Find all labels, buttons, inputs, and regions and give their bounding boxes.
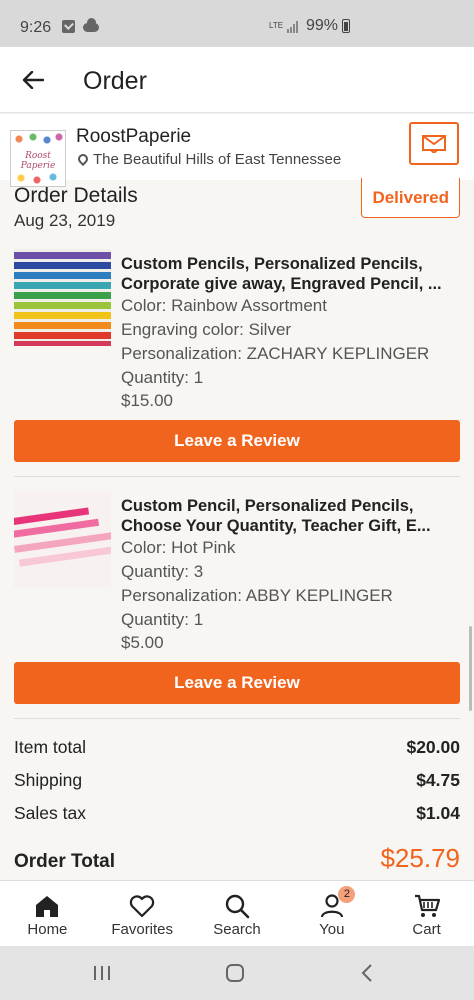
back-button[interactable] xyxy=(18,65,48,95)
nav-home[interactable]: Home xyxy=(0,881,95,946)
item-title[interactable]: Custom Pencil, Personalized Pencils, Cho… xyxy=(121,496,456,536)
item-total-row: Item total $20.00 xyxy=(14,737,460,761)
item-color: Color: Hot Pink xyxy=(121,538,236,557)
leave-review-button[interactable]: Leave a Review xyxy=(14,662,460,704)
heart-icon xyxy=(129,895,155,918)
nav-you-label: You xyxy=(319,921,345,938)
nav-favorites[interactable]: Favorites xyxy=(95,881,190,946)
notification-icons xyxy=(62,18,99,33)
checkbox-notification-icon xyxy=(62,20,75,33)
item-title[interactable]: Custom Pencils, Personalized Pencils, Co… xyxy=(121,254,456,294)
nav-cart-label: Cart xyxy=(412,921,441,938)
item-engraving-color: Engraving color: Silver xyxy=(121,320,292,339)
shipping-label: Shipping xyxy=(14,770,83,790)
battery-percent: 99% xyxy=(305,17,338,34)
home-icon xyxy=(36,896,59,917)
shop-logo-text: Roost Paperie xyxy=(20,151,56,171)
item-price: $15.00 xyxy=(121,391,173,410)
location-pin-icon xyxy=(75,151,91,166)
back-arrow-icon xyxy=(22,71,44,89)
divider xyxy=(14,718,460,719)
item-personalization: Personalization: ABBY KEPLINGER xyxy=(121,586,393,605)
back-chevron-icon[interactable] xyxy=(356,962,380,984)
cloud-icon xyxy=(83,18,99,32)
divider xyxy=(14,476,460,477)
nav-you[interactable]: 2 You xyxy=(284,881,379,946)
shop-location: The Beautiful Hills of East Tennessee xyxy=(75,151,342,168)
scrollbar-thumb[interactable] xyxy=(469,626,472,711)
status-badge: Delivered xyxy=(361,178,460,218)
item-price: $5.00 xyxy=(121,633,164,652)
signal-icon xyxy=(286,20,298,33)
leave-review-button[interactable]: Leave a Review xyxy=(14,420,460,462)
shipping-row: Shipping $4.75 xyxy=(14,770,460,794)
status-indicators: LTE 99% xyxy=(269,17,350,35)
nav-search[interactable]: Search xyxy=(190,881,285,946)
mail-icon xyxy=(422,134,446,153)
app-bar: Order xyxy=(0,47,474,113)
item-thumbnail[interactable] xyxy=(14,491,111,588)
order-date: Aug 23, 2019 xyxy=(14,211,116,230)
order-content[interactable]: RoostPaperie The Beautiful Hills of East… xyxy=(0,114,474,880)
shipping-value: $4.75 xyxy=(416,770,460,790)
cart-icon xyxy=(414,894,440,917)
item-thumbnail[interactable] xyxy=(14,249,111,346)
order-details-heading: Order Details xyxy=(14,184,138,207)
bottom-navigation: Home Favorites Search 2 You Cart xyxy=(0,880,474,946)
order-total-label: Order Total xyxy=(14,851,115,872)
search-icon xyxy=(225,894,250,919)
nav-favorites-label: Favorites xyxy=(111,921,174,938)
recents-icon[interactable] xyxy=(90,962,114,984)
status-time: 9:26 xyxy=(20,19,52,36)
item-quantity: Quantity: 1 xyxy=(121,610,204,629)
item-quantity: Quantity: 3 xyxy=(121,562,204,581)
network-type: LTE xyxy=(268,21,284,30)
status-bar: 9:26 LTE 99% xyxy=(0,0,474,47)
shop-location-text: The Beautiful Hills of East Tennessee xyxy=(93,151,342,168)
item-personalization: Personalization: ZACHARY KEPLINGER xyxy=(121,344,430,363)
notification-badge: 2 xyxy=(338,886,356,903)
shop-header: RoostPaperie The Beautiful Hills of East… xyxy=(0,114,474,180)
item-quantity: Quantity: 1 xyxy=(121,368,204,387)
system-navigation-bar xyxy=(0,946,474,1000)
page-title: Order xyxy=(83,67,147,95)
battery-icon xyxy=(342,19,350,33)
nav-home-label: Home xyxy=(27,921,68,938)
item-total-label: Item total xyxy=(14,737,86,757)
contact-shop-button[interactable] xyxy=(409,122,459,165)
sales-tax-value: $1.04 xyxy=(416,803,460,823)
nav-cart[interactable]: Cart xyxy=(379,881,474,946)
shop-logo[interactable]: Roost Paperie xyxy=(10,130,66,187)
order-total-value: $25.79 xyxy=(380,843,460,873)
sales-tax-row: Sales tax $1.04 xyxy=(14,803,460,827)
item-total-value: $20.00 xyxy=(406,737,460,757)
sales-tax-label: Sales tax xyxy=(14,803,86,823)
nav-search-label: Search xyxy=(213,921,261,938)
item-color: Color: Rainbow Assortment xyxy=(121,296,327,315)
shop-name[interactable]: RoostPaperie xyxy=(76,126,191,148)
home-circle-icon[interactable] xyxy=(223,962,247,984)
